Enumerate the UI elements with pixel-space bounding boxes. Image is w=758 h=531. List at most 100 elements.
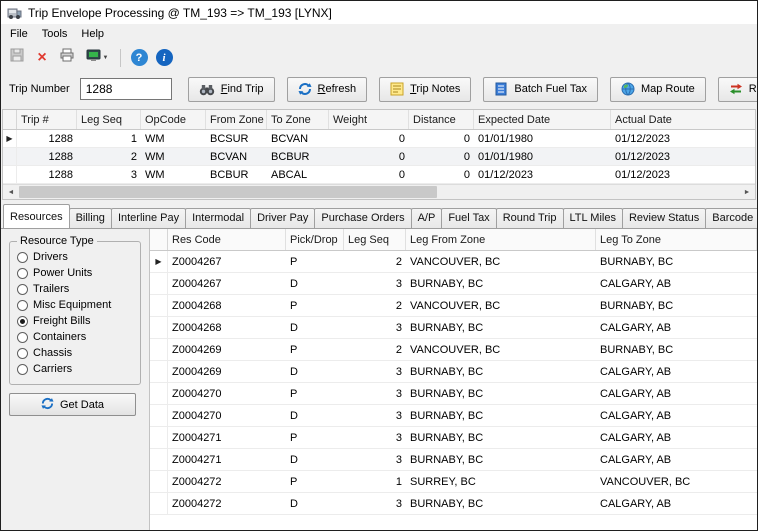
- tab-intermodal[interactable]: Intermodal: [185, 208, 251, 228]
- resource-grid-row-6[interactable]: Z0004269D3BURNABY, BCCALGARY, AB: [150, 361, 757, 383]
- about-button[interactable]: i: [153, 47, 175, 69]
- tab-resources[interactable]: Resources: [3, 204, 70, 228]
- tab-interline-pay[interactable]: Interline Pay: [111, 208, 186, 228]
- resource-grid-cell-pick-drop[interactable]: D: [286, 410, 344, 422]
- resource-grid-row-10[interactable]: Z0004271D3BURNABY, BCCALGARY, AB: [150, 449, 757, 471]
- resource-grid-cell-leg-to-zone[interactable]: CALGARY, AB: [596, 278, 757, 290]
- print-button[interactable]: [56, 47, 78, 69]
- resource-grid-cell-leg-seq[interactable]: 3: [344, 432, 406, 444]
- map-route-button[interactable]: Map Route: [610, 77, 706, 102]
- tab-ltl-miles[interactable]: LTL Miles: [563, 208, 623, 228]
- resource-grid-cell-res-code[interactable]: Z0004269: [168, 344, 286, 356]
- trip-grid-cell-opcode[interactable]: WM: [141, 169, 206, 181]
- resource-grid-cell-res-code[interactable]: Z0004271: [168, 432, 286, 444]
- menu-help[interactable]: Help: [74, 25, 111, 43]
- trip-grid-column-header-distance[interactable]: Distance: [409, 110, 474, 129]
- resource-grid-cell-pick-drop[interactable]: P: [286, 432, 344, 444]
- resource-grid-cell-leg-from-zone[interactable]: VANCOUVER, BC: [406, 256, 596, 268]
- trip-grid-cell-leg-seq[interactable]: 3: [77, 169, 141, 181]
- resource-grid-cell-leg-to-zone[interactable]: BURNABY, BC: [596, 256, 757, 268]
- re-match-button[interactable]: Re-Match: [718, 77, 757, 102]
- trip-notes-button[interactable]: Trip Notes: [379, 77, 471, 102]
- trip-grid-cell-distance[interactable]: 0: [409, 169, 474, 181]
- trip-grid-column-header-actual-date[interactable]: Actual Date: [611, 110, 755, 129]
- resource-grid-row-4[interactable]: Z0004268D3BURNABY, BCCALGARY, AB: [150, 317, 757, 339]
- resource-grid-cell-res-code[interactable]: Z0004267: [168, 278, 286, 290]
- trip-grid-row-3[interactable]: 12883WMBCBURABCAL0001/12/202301/12/2023: [3, 166, 755, 184]
- radio-power-units[interactable]: Power Units: [17, 265, 133, 281]
- trip-grid-column-header-expected-date[interactable]: Expected Date: [474, 110, 611, 129]
- resource-grid-row-11[interactable]: Z0004272P1SURREY, BCVANCOUVER, BC: [150, 471, 757, 493]
- resource-grid-cell-pick-drop[interactable]: D: [286, 278, 344, 290]
- resource-grid-cell-leg-to-zone[interactable]: BURNABY, BC: [596, 300, 757, 312]
- resource-grid-cell-pick-drop[interactable]: D: [286, 454, 344, 466]
- resource-grid-cell-res-code[interactable]: Z0004268: [168, 300, 286, 312]
- resource-grid-cell-pick-drop[interactable]: P: [286, 256, 344, 268]
- trip-grid-cell-to-zone[interactable]: BCBUR: [267, 151, 329, 163]
- resource-grid-row-7[interactable]: Z0004270P3BURNABY, BCCALGARY, AB: [150, 383, 757, 405]
- trip-grid-cell-trip[interactable]: 1288: [17, 169, 77, 181]
- radio-carriers[interactable]: Carriers: [17, 361, 133, 377]
- resource-grid-row-1[interactable]: ▶Z0004267P2VANCOUVER, BCBURNABY, BC: [150, 251, 757, 273]
- resource-grid-cell-leg-to-zone[interactable]: CALGARY, AB: [596, 498, 757, 510]
- resource-grid-cell-leg-to-zone[interactable]: VANCOUVER, BC: [596, 476, 757, 488]
- trip-grid-column-header-weight[interactable]: Weight: [329, 110, 409, 129]
- resource-grid-cell-leg-to-zone[interactable]: CALGARY, AB: [596, 410, 757, 422]
- trip-grid-cell-trip[interactable]: 1288: [17, 133, 77, 145]
- resource-grid-cell-res-code[interactable]: Z0004271: [168, 454, 286, 466]
- trip-grid-cell-expected-date[interactable]: 01/01/1980: [474, 133, 611, 145]
- radio-freight-bills[interactable]: Freight Bills: [17, 313, 133, 329]
- resource-grid-cell-leg-from-zone[interactable]: BURNABY, BC: [406, 454, 596, 466]
- resource-grid-cell-leg-seq[interactable]: 3: [344, 388, 406, 400]
- trip-grid-cell-actual-date[interactable]: 01/12/2023: [611, 133, 755, 145]
- resource-grid-cell-leg-from-zone[interactable]: BURNABY, BC: [406, 278, 596, 290]
- resource-grid-row-8[interactable]: Z0004270D3BURNABY, BCCALGARY, AB: [150, 405, 757, 427]
- trip-grid-cell-from-zone[interactable]: BCVAN: [206, 151, 267, 163]
- radio-trailers[interactable]: Trailers: [17, 281, 133, 297]
- find-trip-button[interactable]: Find Trip: [188, 77, 275, 102]
- resource-grid-cell-leg-from-zone[interactable]: BURNABY, BC: [406, 366, 596, 378]
- resource-grid-cell-res-code[interactable]: Z0004270: [168, 410, 286, 422]
- trip-grid-cell-actual-date[interactable]: 01/12/2023: [611, 169, 755, 181]
- resource-grid-cell-leg-seq[interactable]: 1: [344, 476, 406, 488]
- tab-purchase-orders[interactable]: Purchase Orders: [314, 208, 411, 228]
- trip-grid-row-1[interactable]: ▶12881WMBCSURBCVAN0001/01/198001/12/2023: [3, 130, 755, 148]
- trip-grid-row-2[interactable]: 12882WMBCVANBCBUR0001/01/198001/12/2023: [3, 148, 755, 166]
- resource-grid-cell-leg-to-zone[interactable]: CALGARY, AB: [596, 454, 757, 466]
- resource-grid-row-12[interactable]: Z0004272D3BURNABY, BCCALGARY, AB: [150, 493, 757, 515]
- trip-grid-cell-weight[interactable]: 0: [329, 133, 409, 145]
- help-button[interactable]: ?: [128, 47, 150, 69]
- cancel-button[interactable]: ×: [31, 47, 53, 69]
- radio-containers[interactable]: Containers: [17, 329, 133, 345]
- tab-billing[interactable]: Billing: [69, 208, 112, 228]
- trip-grid-cell-to-zone[interactable]: BCVAN: [267, 133, 329, 145]
- get-data-button[interactable]: Get Data: [9, 393, 136, 416]
- resource-grid-cell-pick-drop[interactable]: P: [286, 344, 344, 356]
- trip-grid-cell-distance[interactable]: 0: [409, 133, 474, 145]
- resource-grid-column-header-leg-from-zone[interactable]: Leg From Zone: [406, 229, 596, 250]
- tab-barcode[interactable]: Barcode: [705, 208, 757, 228]
- tab-review-status[interactable]: Review Status: [622, 208, 706, 228]
- trip-grid-cell-trip[interactable]: 1288: [17, 151, 77, 163]
- resource-grid-column-header-leg-to-zone[interactable]: Leg To Zone: [596, 229, 757, 250]
- trip-grid-cell-weight[interactable]: 0: [329, 169, 409, 181]
- menu-file[interactable]: File: [3, 25, 35, 43]
- refresh-button[interactable]: Refresh: [287, 77, 368, 102]
- resource-grid-cell-leg-seq[interactable]: 2: [344, 256, 406, 268]
- resource-grid-cell-leg-from-zone[interactable]: VANCOUVER, BC: [406, 344, 596, 356]
- resource-grid-row-3[interactable]: Z0004268P2VANCOUVER, BCBURNABY, BC: [150, 295, 757, 317]
- tab-round-trip[interactable]: Round Trip: [496, 208, 564, 228]
- trip-grid-column-header-trip[interactable]: Trip #: [17, 110, 77, 129]
- resource-grid-cell-pick-drop[interactable]: D: [286, 366, 344, 378]
- trip-grid-cell-from-zone[interactable]: BCBUR: [206, 169, 267, 181]
- resource-grid-cell-leg-seq[interactable]: 3: [344, 410, 406, 422]
- menu-tools[interactable]: Tools: [35, 25, 75, 43]
- trip-grid-column-header-leg-seq[interactable]: Leg Seq: [77, 110, 141, 129]
- trip-grid-hscrollbar[interactable]: ◄ ►: [3, 184, 755, 199]
- resource-grid-cell-res-code[interactable]: Z0004269: [168, 366, 286, 378]
- resource-grid-cell-leg-seq[interactable]: 3: [344, 498, 406, 510]
- resource-grid-cell-leg-to-zone[interactable]: CALGARY, AB: [596, 366, 757, 378]
- radio-chassis[interactable]: Chassis: [17, 345, 133, 361]
- resource-grid-cell-leg-to-zone[interactable]: CALGARY, AB: [596, 388, 757, 400]
- trip-grid-cell-leg-seq[interactable]: 2: [77, 151, 141, 163]
